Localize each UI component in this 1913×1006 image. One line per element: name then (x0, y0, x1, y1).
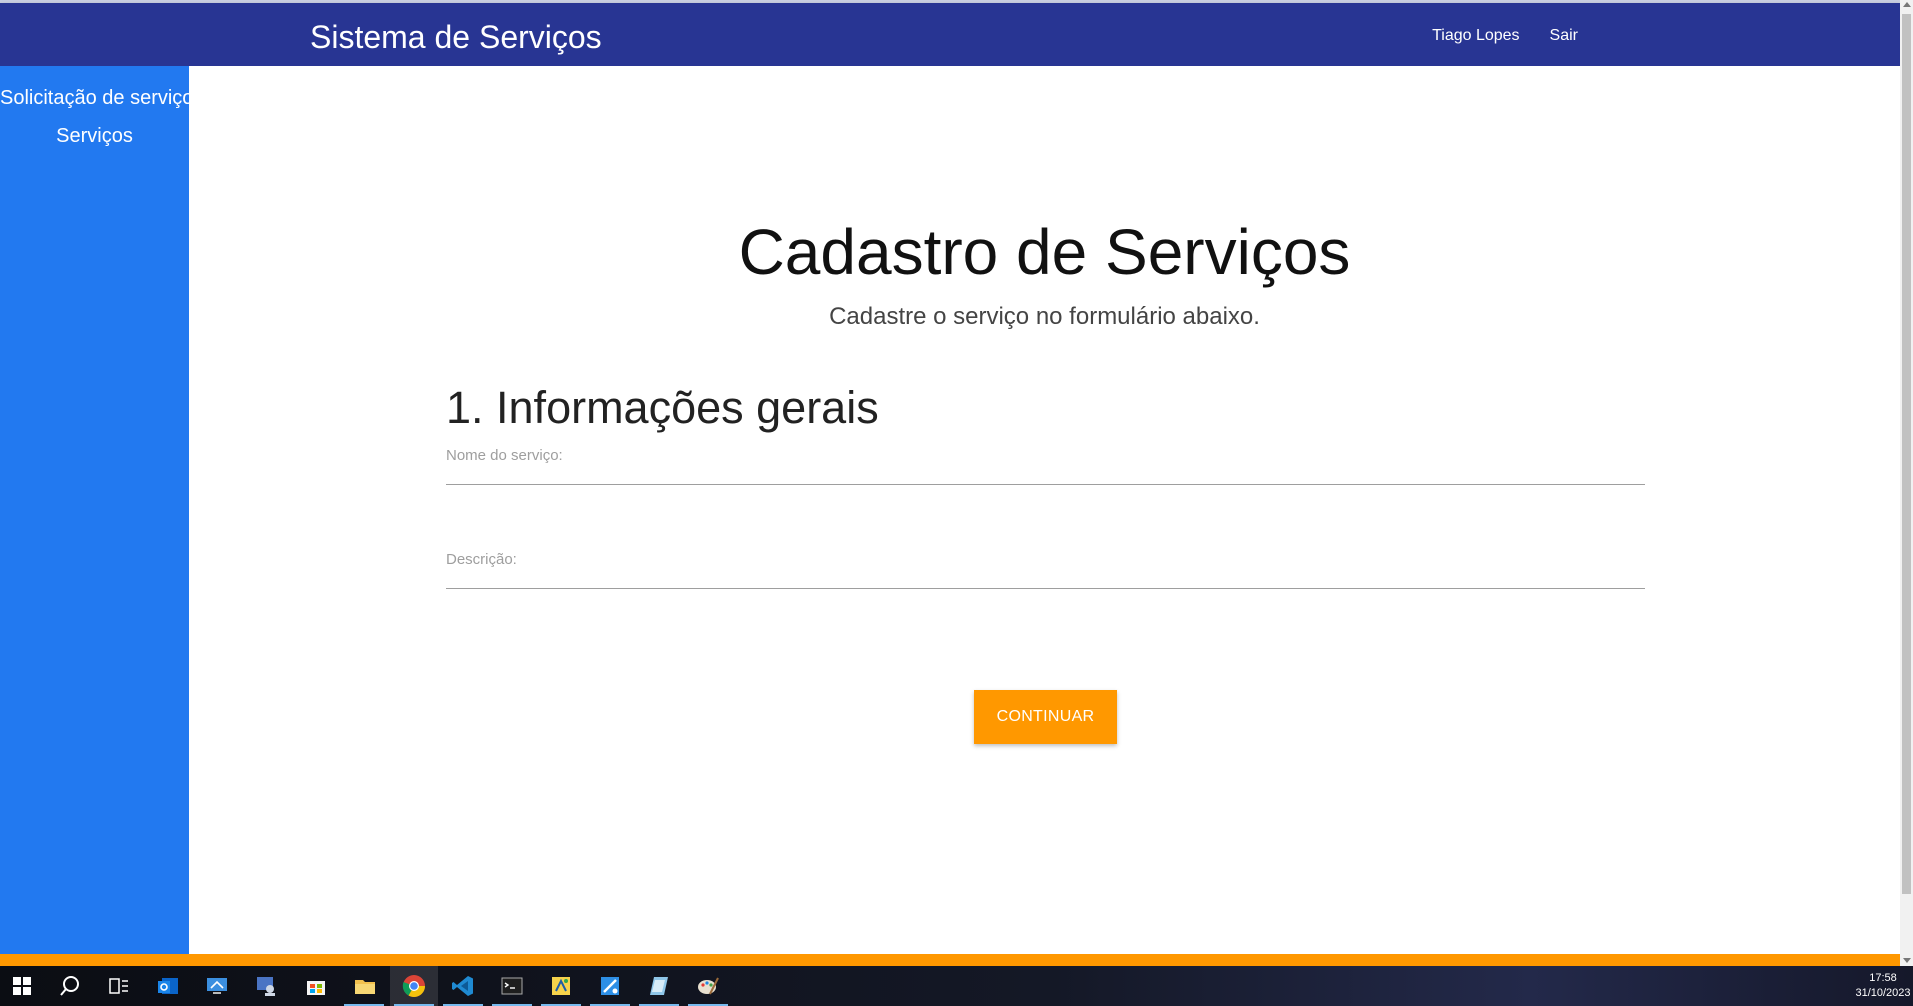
logout-link[interactable]: Sair (1550, 25, 1578, 47)
task-view-icon[interactable] (107, 974, 131, 998)
clock-date: 31/10/2023 (1855, 987, 1911, 999)
search-icon[interactable] (58, 974, 82, 998)
sidebar-item-services[interactable]: Serviços (0, 117, 189, 155)
service-name-label: Nome do serviço: (446, 447, 563, 464)
scroll-up-icon[interactable] (1903, 2, 1911, 7)
outlook-icon[interactable] (156, 974, 180, 998)
continue-button[interactable]: CONTINUAR (974, 690, 1117, 744)
clock-time: 17:58 (1869, 972, 1897, 984)
store-icon[interactable] (304, 974, 328, 998)
brand-title[interactable]: Sistema de Serviços (310, 17, 602, 57)
windows-taskbar: 17:58 31/10/2023 (0, 966, 1913, 1006)
terminal-icon[interactable] (500, 974, 524, 998)
vertical-scrollbar[interactable] (1900, 0, 1913, 966)
description-input[interactable] (446, 574, 1645, 589)
scroll-thumb[interactable] (1902, 14, 1911, 894)
footer-bar (0, 954, 1900, 966)
browser-viewport: Sistema de Serviços Tiago Lopes Sair Sol… (0, 0, 1913, 1006)
palette-app-icon[interactable] (696, 974, 720, 998)
scroll-down-icon[interactable] (1903, 958, 1911, 963)
description-label: Descrição: (446, 551, 517, 568)
sidebar: Solicitação de serviço Serviços (0, 66, 189, 954)
user-name-link[interactable]: Tiago Lopes (1432, 25, 1519, 47)
main-content: Cadastro de Serviços Cadastre o serviço … (189, 66, 1900, 954)
nav-links: Tiago Lopes Sair (1432, 25, 1578, 47)
file-explorer-icon[interactable] (353, 974, 377, 998)
windows-start-icon[interactable] (10, 974, 34, 998)
page-title: Cadastro de Serviços (738, 215, 1351, 288)
chrome-icon[interactable] (402, 974, 426, 998)
vscode-icon[interactable] (451, 974, 475, 998)
paint-app-icon[interactable] (598, 974, 622, 998)
section-title: 1. Informações gerais (446, 382, 879, 434)
description-field: Descrição: (446, 550, 1645, 589)
service-name-field: Nome do serviço: (446, 446, 1645, 485)
top-navbar: Sistema de Serviços Tiago Lopes Sair (0, 3, 1900, 66)
user-management-icon[interactable] (254, 974, 278, 998)
python-app-icon[interactable] (549, 974, 573, 998)
service-name-input[interactable] (446, 470, 1645, 485)
remote-desktop-icon[interactable] (205, 974, 229, 998)
sidebar-item-service-request[interactable]: Solicitação de serviço (0, 79, 189, 117)
system-clock[interactable]: 17:58 31/10/2023 (1853, 971, 1913, 1001)
page-subtitle: Cadastre o serviço no formulário abaixo. (829, 303, 1260, 330)
notes-app-icon[interactable] (647, 974, 671, 998)
